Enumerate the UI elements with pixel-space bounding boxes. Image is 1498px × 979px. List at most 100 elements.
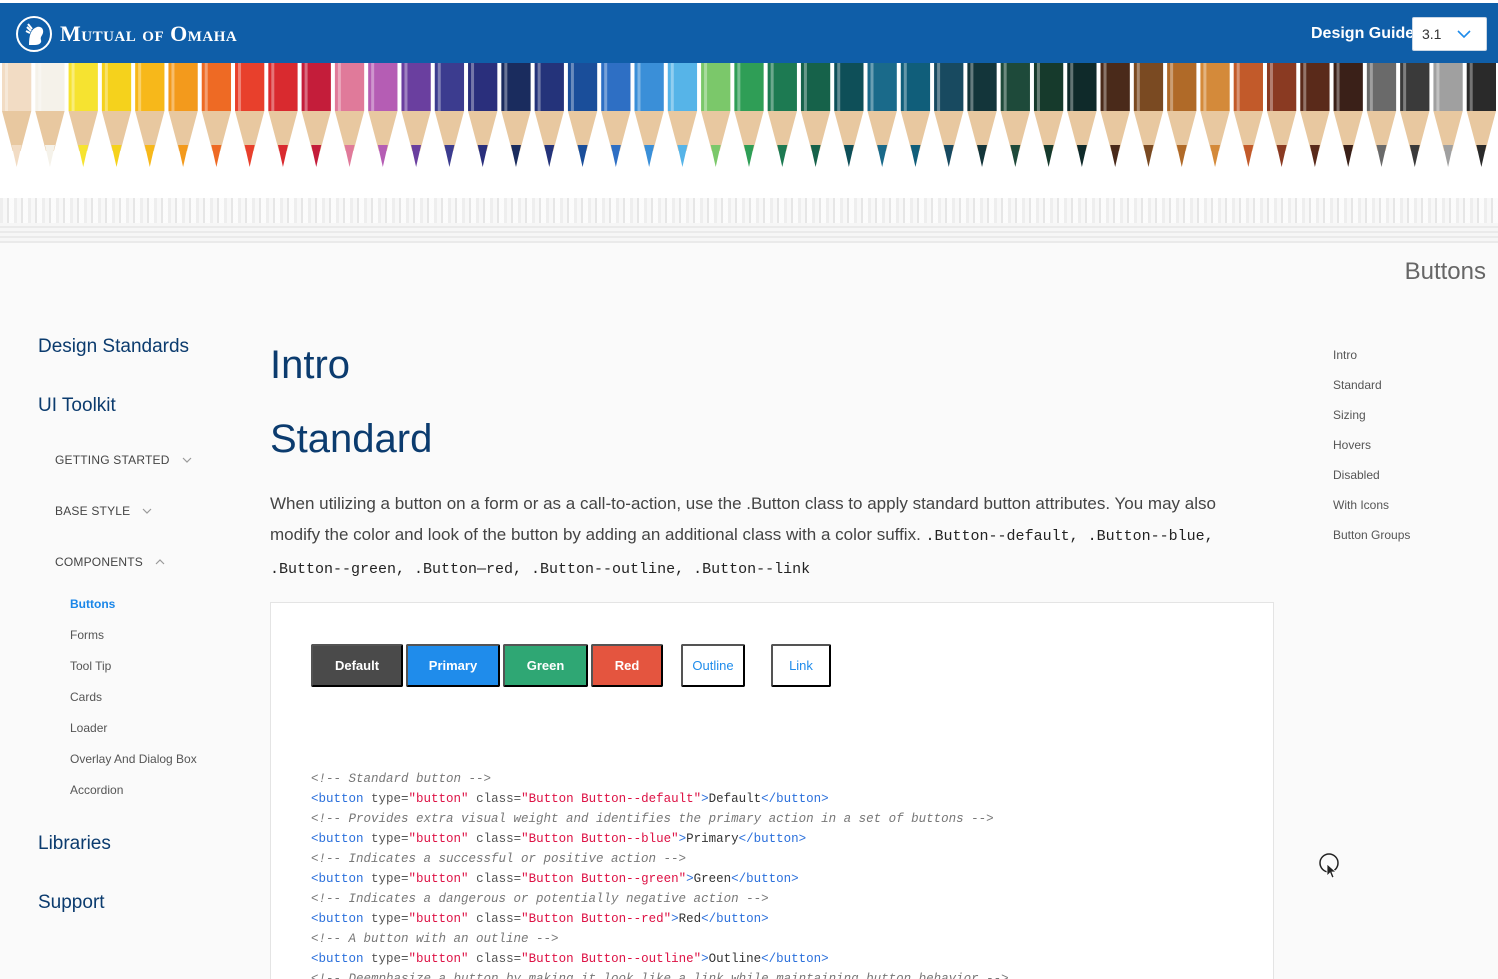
pencil	[867, 63, 897, 167]
nav-getting-started[interactable]: GETTING STARTED	[55, 453, 192, 467]
code-button-line: <button type="button" class="Button Butt…	[311, 872, 799, 886]
nav-item-loader[interactable]: Loader	[70, 721, 107, 735]
code-comment-line: <!-- A button with an outline -->	[311, 932, 559, 946]
nav-item-buttons[interactable]: Buttons	[70, 597, 115, 611]
toc-disabled[interactable]: Disabled	[1333, 468, 1380, 482]
pencil	[501, 63, 531, 167]
nav-design-standards[interactable]: Design Standards	[38, 336, 189, 358]
indian-head-logo-icon	[16, 16, 52, 52]
code-comment-line: <!-- Deemphasize a button by making it l…	[311, 972, 1009, 979]
pencil	[168, 63, 198, 167]
pencil	[368, 63, 398, 167]
pencil	[767, 63, 797, 167]
chevron-up-icon	[155, 559, 165, 565]
nav-item-tool-tip[interactable]: Tool Tip	[70, 659, 111, 673]
hero-paper-texture-lower	[0, 223, 1498, 243]
pencil	[2, 63, 32, 167]
pencil	[701, 63, 731, 167]
pencil	[1466, 63, 1496, 167]
version-select[interactable]: 3.1	[1412, 17, 1487, 51]
pencil	[934, 63, 964, 167]
brand-logo[interactable]: Mutual of Omaha	[16, 15, 237, 53]
description-code-classes-1: .Button--default, .Button--blue,	[925, 528, 1214, 545]
pencil	[1067, 63, 1097, 167]
pencil	[1200, 63, 1230, 167]
pencil	[101, 63, 132, 167]
nav-components[interactable]: COMPONENTS	[55, 555, 165, 569]
toc-intro[interactable]: Intro	[1333, 348, 1357, 362]
button-demo-panel: Default Primary Green Red Outline Link <…	[270, 602, 1274, 979]
pencil	[1266, 63, 1297, 167]
chevron-down-icon	[142, 508, 152, 514]
nav-item-accordion[interactable]: Accordion	[70, 783, 123, 797]
toc-hovers[interactable]: Hovers	[1333, 438, 1371, 452]
pencil	[201, 63, 232, 167]
pencil	[634, 63, 664, 167]
pencil	[534, 63, 564, 167]
pencil	[601, 63, 631, 167]
nav-base-style-label: BASE STYLE	[55, 504, 131, 518]
pencil	[1133, 63, 1164, 167]
chevron-down-icon	[182, 457, 191, 463]
description-code-classes-2: .Button--green, .Button—red, .Button--ou…	[270, 561, 811, 578]
pencil	[800, 63, 831, 167]
nav-item-forms[interactable]: Forms	[70, 628, 104, 642]
toc-standard[interactable]: Standard	[1333, 378, 1382, 392]
demo-red-button[interactable]: Red	[591, 644, 663, 687]
pencil	[1433, 63, 1463, 167]
pencil	[1233, 63, 1263, 167]
pencil	[567, 63, 598, 167]
demo-default-button[interactable]: Default	[311, 644, 403, 687]
demo-primary-button[interactable]: Primary	[406, 644, 500, 687]
chevron-down-icon	[1457, 30, 1471, 39]
code-button-line: <button type="button" class="Button Butt…	[311, 952, 829, 966]
nav-support[interactable]: Support	[38, 892, 105, 914]
pencil	[135, 63, 165, 167]
demo-green-button[interactable]: Green	[503, 644, 588, 687]
nav-libraries[interactable]: Libraries	[38, 833, 111, 855]
pencil	[834, 63, 864, 167]
code-comment-line: <!-- Indicates a dangerous or potentiall…	[311, 892, 769, 906]
pencil	[1333, 63, 1363, 167]
demo-link-button[interactable]: Link	[771, 644, 831, 687]
pencil	[68, 63, 98, 167]
pencil	[1000, 63, 1030, 167]
pencil	[1366, 63, 1397, 167]
version-value: 3.1	[1422, 26, 1442, 42]
code-button-line: <button type="button" class="Button Butt…	[311, 912, 769, 926]
section-heading-standard: Standard	[270, 417, 433, 461]
pencil	[667, 63, 698, 167]
pencil	[334, 63, 365, 167]
pencil	[1300, 63, 1330, 167]
pencil	[1100, 63, 1130, 167]
nav-item-overlay-dialog[interactable]: Overlay And Dialog Box	[70, 752, 197, 766]
code-button-line: <button type="button" class="Button Butt…	[311, 832, 807, 846]
hero-banner-image	[0, 63, 1498, 243]
nav-ui-toolkit[interactable]: UI Toolkit	[38, 395, 116, 417]
code-comment-line: <!-- Standard button -->	[311, 772, 492, 786]
pencil	[434, 63, 465, 167]
code-comment-line: <!-- Indicates a successful or positive …	[311, 852, 687, 866]
toc-with-icons[interactable]: With Icons	[1333, 498, 1389, 512]
toc-button-groups[interactable]: Button Groups	[1333, 528, 1410, 542]
section-heading-intro: Intro	[270, 343, 351, 387]
top-header: Mutual of Omaha Design Guide 3.1	[0, 0, 1498, 63]
pencil	[1167, 63, 1197, 167]
pencil	[268, 63, 298, 167]
nav-components-label: COMPONENTS	[55, 555, 144, 569]
pencil	[734, 63, 764, 167]
toc-sizing[interactable]: Sizing	[1333, 408, 1366, 422]
nav-getting-started-label: GETTING STARTED	[55, 453, 170, 467]
pencil	[468, 63, 498, 167]
section-description: When utilizing a button on a form or as …	[270, 488, 1270, 585]
pencil	[1400, 63, 1430, 167]
demo-outline-button[interactable]: Outline	[681, 644, 745, 687]
pencil	[35, 63, 65, 167]
code-comment-line: <!-- Provides extra visual weight and id…	[311, 812, 994, 826]
page-title: Buttons	[1404, 258, 1486, 285]
nav-base-style[interactable]: BASE STYLE	[55, 504, 152, 518]
pencil	[900, 63, 931, 167]
design-guide-label: Design Guide	[1311, 25, 1415, 42]
nav-item-cards[interactable]: Cards	[70, 690, 102, 704]
pencil	[967, 63, 997, 167]
